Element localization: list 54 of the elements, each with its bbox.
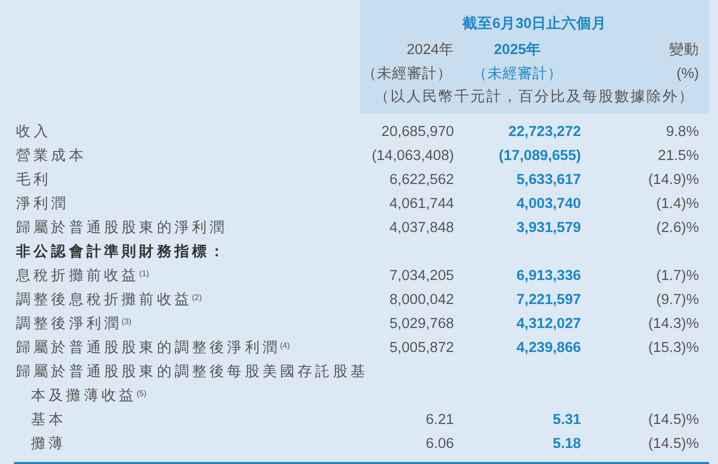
table-cell-text: 5,005,872 (388, 339, 454, 358)
table-cell-text: (9.7)% (655, 291, 700, 310)
row-label: 營業成本 (15, 147, 88, 166)
table-cell-text: (14.5)% (647, 411, 700, 430)
row-label: 毛利 (15, 171, 52, 190)
table-cell-text: 6,622,562 (388, 171, 454, 190)
column-heading: 2024年 (360, 38, 454, 62)
row-label: 基本 (30, 411, 68, 430)
table-cell-text: (1.4)% (655, 195, 700, 214)
column-heading: 2025年 (454, 38, 581, 62)
column-note: (%) (581, 62, 709, 86)
table-cell-text: (2.6)% (655, 219, 700, 238)
table-cell-text: 20,685,970 (380, 123, 454, 142)
table-cell-text: 7,221,597 (515, 291, 581, 310)
table-cell-text: 6,913,336 (515, 267, 581, 286)
table-cell-text: (1.7)% (655, 267, 700, 286)
row-label: 歸屬於普通股股東的淨利潤 (15, 218, 228, 238)
row-label: 息稅折攤前收益$^{(1)}$ (15, 267, 150, 286)
table-cell-text: 9.8% (664, 123, 700, 142)
table-cell-text: 8,000,042 (388, 291, 454, 310)
table-cell-text: (14.3)% (647, 315, 700, 334)
row-label: 淨利潤 (15, 195, 70, 214)
row-label: 調整後淨利潤$^{(3)}$ (15, 314, 132, 334)
table-cell-text: 5.18 (552, 435, 581, 454)
table-cell-text: 5,633,617 (515, 171, 581, 190)
row-label: 攤薄 (30, 435, 68, 454)
table-cell-text: (14.5)% (647, 435, 700, 454)
table-cell-text: 6.06 (424, 435, 454, 454)
table-cell-text: 22,723,272 (507, 123, 581, 142)
table-cell-text: 5.31 (552, 411, 581, 430)
table-cell-text: (15.3)% (647, 339, 700, 358)
table-cell-text: 4,061,744 (388, 195, 454, 214)
table-cell-text: (14.9)% (647, 171, 700, 190)
table-cell-text: 21.5% (656, 147, 700, 166)
table-cell-text: 4,239,866 (515, 339, 581, 358)
header-title: 截至6月30日止六個月 (360, 0, 709, 38)
table-cell-text: (14,063,408) (370, 147, 454, 166)
table-cell-text: 4,312,027 (515, 315, 581, 334)
column-heading: 變動 (581, 38, 709, 62)
table-cell-text: (17,089,655) (498, 147, 581, 166)
row-label: 歸屬於普通股股東的調整後淨利潤$^{(4)}$ (15, 338, 291, 358)
row-label: 調整後息稅折攤前收益$^{(2)}$ (15, 290, 203, 310)
table-cell-text: 4,003,740 (515, 195, 581, 214)
unit-note: （以人民幣千元計，百分比及每股數據除外） (360, 86, 709, 114)
row-label: 收入 (15, 123, 52, 142)
row-label: 歸屬於普通股股東的調整後每股美國存託股基本及攤薄收益$^{(5)}$ (15, 362, 369, 406)
table-cell-text: 7,034,205 (388, 267, 454, 286)
table-cell-text: 3,931,579 (515, 219, 581, 238)
column-note: （未經審計） (454, 62, 581, 86)
column-note: （未經審計） (360, 62, 454, 86)
section-heading: 非公認會計準則財務指標： (15, 242, 228, 262)
table-cell-text: 5,029,768 (388, 315, 454, 334)
table-cell-text: 4,037,848 (388, 219, 454, 238)
table-cell-text: 6.21 (424, 411, 454, 430)
